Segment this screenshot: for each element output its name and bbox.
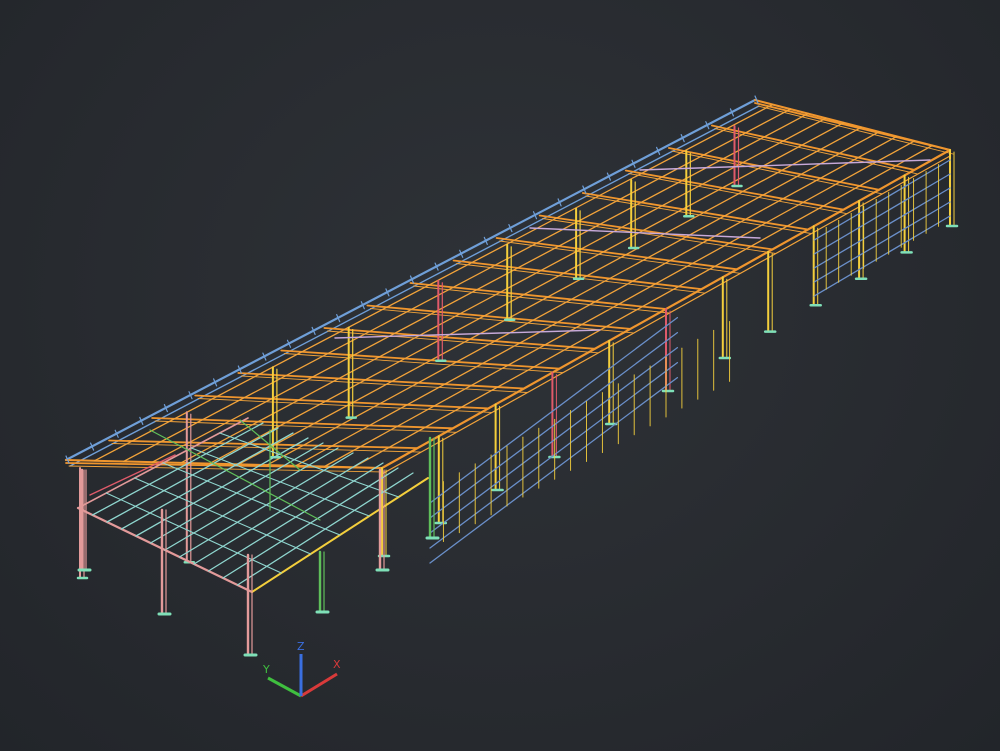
rafter <box>581 192 809 231</box>
ridge-beam <box>64 98 757 462</box>
purlin <box>94 103 774 462</box>
steel-frame-model <box>64 95 959 657</box>
wall-girt <box>429 346 679 534</box>
wall-girt <box>429 361 679 549</box>
wall-girt <box>429 376 679 564</box>
purlin <box>151 112 809 463</box>
purlin <box>208 122 845 465</box>
rafter <box>197 398 492 413</box>
purlin <box>266 131 880 466</box>
rafter <box>452 259 703 291</box>
rafter <box>538 214 774 251</box>
purlin <box>352 144 933 468</box>
rafter <box>369 308 634 334</box>
model-viewport[interactable]: X Y Z <box>0 0 1000 751</box>
floor-joist <box>162 462 341 536</box>
wall-girt <box>429 331 679 519</box>
rafter <box>413 285 670 314</box>
purlin <box>323 140 916 468</box>
rafter <box>495 237 738 271</box>
rafter <box>366 304 632 330</box>
purlin <box>180 117 827 464</box>
rafter <box>194 394 490 410</box>
